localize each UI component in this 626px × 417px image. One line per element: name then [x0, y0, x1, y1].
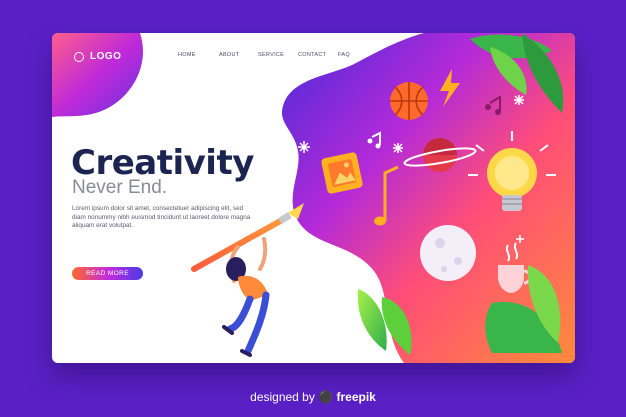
credit-prefix: designed by	[250, 390, 315, 404]
landing-card: LOGO HOME ABOUT SERVICE CONTACT FAQ Crea…	[52, 33, 575, 363]
image-icon	[321, 152, 363, 194]
nav-contact[interactable]: CONTACT	[298, 52, 326, 58]
credit-line: designed by ⚫ freepik	[0, 390, 626, 404]
logo[interactable]: LOGO	[74, 51, 121, 62]
logo-circle-icon	[74, 51, 84, 62]
moon-icon	[420, 225, 476, 281]
person-illustration	[222, 237, 270, 357]
nav-about[interactable]: ABOUT	[219, 52, 239, 58]
nav-home[interactable]: HOME	[178, 52, 196, 58]
read-more-button[interactable]: READ MORE	[72, 267, 143, 280]
nav-faq[interactable]: FAQ	[338, 52, 350, 58]
logo-blob	[52, 33, 143, 117]
logo-text: LOGO	[90, 51, 122, 62]
hero-description: Lorem ipsum dolor sit amet, consectetuer…	[72, 205, 251, 230]
nav-service[interactable]: SERVICE	[258, 52, 284, 58]
hero-subtitle: Never End.	[72, 177, 168, 198]
freepik-logo-icon: ⚫	[318, 390, 334, 404]
credit-brand[interactable]: freepik	[337, 390, 376, 404]
